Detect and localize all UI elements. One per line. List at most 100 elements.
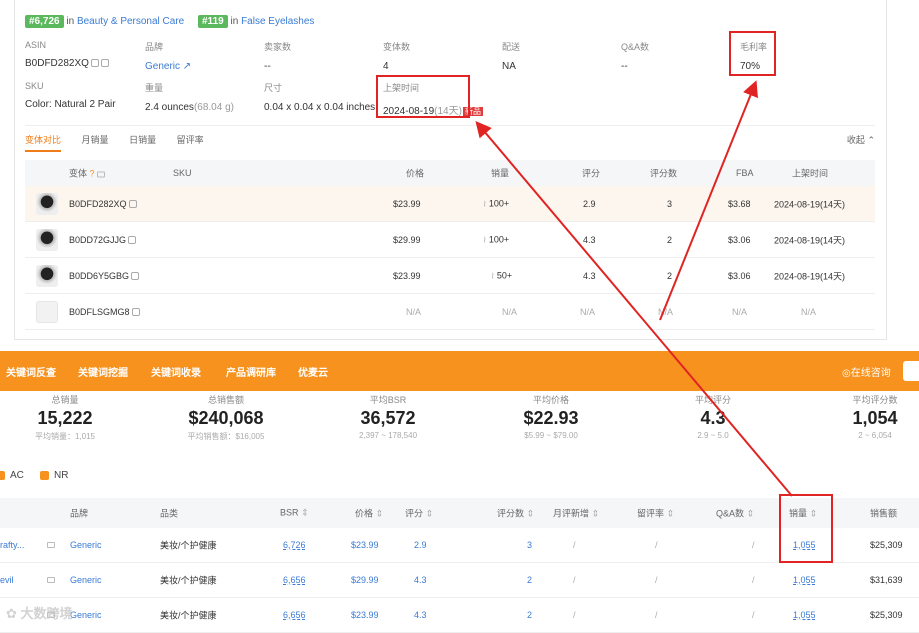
product-reviews[interactable]: 3 [527, 540, 532, 550]
product-row[interactable]: Generic 美妆/个护健康 6,656 $23.99 4.3 2 / / /… [0, 598, 919, 633]
product-name[interactable]: evil [0, 575, 14, 585]
col-date: 上架时间 [792, 168, 829, 179]
info-label: 配送 [502, 42, 521, 52]
toolbar-keyword-index[interactable]: 关键词收录 [151, 364, 201, 379]
col-sales: 销量 [491, 168, 510, 179]
product-rating[interactable]: 4.3 [414, 610, 427, 620]
variant-price: $23.99 [393, 198, 421, 209]
variant-row[interactable]: B0DD6Y5GBG $23.99 ≀ 50+ 4.3 2 $3.06 2024… [25, 258, 875, 294]
product-price[interactable]: $29.99 [351, 575, 379, 585]
online-consult-button[interactable]: ◎在线咨询 [842, 364, 891, 379]
product-bsr[interactable]: 6,656 [283, 575, 306, 585]
toolbar-research-library[interactable]: 产品调研库 [226, 364, 276, 379]
product-brand[interactable]: Generic [70, 610, 102, 620]
chat-icon: ◎ [842, 368, 851, 379]
filter-nr[interactable]: NR [40, 470, 68, 481]
checkbox-icon [40, 470, 49, 480]
col-fba: FBA [736, 168, 754, 178]
copy-icon[interactable] [131, 308, 140, 317]
variant-sales: N/A [502, 306, 518, 317]
product-review-rate: / [655, 540, 658, 550]
rank-category-link[interactable]: Beauty & Personal Care [77, 16, 184, 27]
variant-table-header: 变体 ? SKU 价格 销量 评分 评分数 FBA 上架时间 [25, 160, 875, 186]
us-flag-icon[interactable] [903, 361, 919, 381]
variant-row[interactable]: B0DD72GJJG $29.99 ≀ 100+ 4.3 2 $3.06 202… [25, 222, 875, 258]
stat-avg-rating: 平均评分 4.3 2.9 ~ 5.0 [638, 393, 788, 440]
asin-text: B0DFLSGMG8 [69, 306, 130, 317]
settings-icon[interactable] [97, 171, 106, 178]
stat-title: 总销量 [51, 395, 79, 405]
stat-title: 总销售额 [207, 395, 244, 405]
variant-fba: $3.06 [728, 270, 751, 281]
tab-variant-compare[interactable]: 变体对比 [25, 133, 62, 152]
product-sales[interactable]: 1,055 [793, 610, 816, 620]
asin-text: B0DD6Y5GBG [69, 270, 130, 281]
col-reviews[interactable]: 评分数 ⇕ [497, 507, 534, 520]
info-value: -- [264, 61, 271, 72]
variant-row[interactable]: B0DFLSGMG8 N/A N/A N/A N/A N/A N/A [25, 294, 875, 330]
link-icon[interactable] [100, 59, 109, 68]
stat-value: 36,572 [360, 408, 416, 428]
variant-asin[interactable]: B0DFLSGMG8 [69, 307, 140, 317]
product-price[interactable]: $23.99 [351, 610, 379, 620]
filter-ac[interactable]: AC [0, 470, 24, 481]
product-rating[interactable]: 2.9 [414, 540, 427, 550]
tab-daily-sales[interactable]: 日销量 [129, 133, 156, 150]
product-row[interactable]: evil Generic 美妆/个护健康 6,656 $29.99 4.3 2 … [0, 563, 919, 598]
list-icon[interactable] [47, 542, 55, 548]
watermark: ✿ 大数跨境 [6, 603, 73, 622]
product-brand[interactable]: Generic [70, 540, 102, 550]
col-review-rate[interactable]: 留评率 ⇕ [637, 507, 674, 520]
product-price[interactable]: $23.99 [351, 540, 379, 550]
product-bsr[interactable]: 6,726 [283, 540, 306, 550]
variant-date: 2024-08-19(14天) [774, 199, 846, 209]
copy-icon[interactable] [128, 236, 137, 245]
sales-text: 50+ [496, 270, 513, 280]
product-brand[interactable]: Generic [70, 575, 102, 585]
product-reviews[interactable]: 2 [527, 575, 532, 585]
col-variant-label: 变体 [69, 168, 88, 179]
rank-in: in [66, 16, 75, 27]
copy-icon[interactable] [90, 59, 99, 68]
list-icon[interactable] [47, 577, 55, 583]
col-monthly-new[interactable]: 月评新增 ⇕ [553, 507, 599, 520]
product-thumbnail-placeholder [36, 300, 58, 323]
copy-icon[interactable] [128, 200, 137, 209]
stat-total-sales: 总销量 15,222 平均销量：1,015 [0, 393, 140, 442]
stat-total-revenue: 总销售额 $240,068 平均销售额：$16,005 [151, 393, 301, 442]
variant-sales: ≀ 100+ [483, 198, 509, 209]
info-sku: SKU Color: Natural 2 Pair [25, 81, 116, 110]
stat-sub: 2 ~ 6,054 [858, 431, 892, 440]
product-sales[interactable]: 1,055 [793, 575, 816, 585]
copy-icon[interactable] [131, 272, 140, 281]
col-rating-label: 评分 [405, 508, 424, 519]
col-bsr[interactable]: BSR ⇕ [280, 508, 309, 519]
info-sellers: 卖家数 -- [264, 40, 291, 72]
toolbar-keyword-mining[interactable]: 关键词挖掘 [78, 364, 128, 379]
info-label: Q&A数 [621, 42, 650, 52]
tab-review-rate[interactable]: 留评率 [177, 133, 204, 150]
variant-asin[interactable]: B0DD6Y5GBG [69, 270, 140, 281]
product-name[interactable]: rafty... [0, 540, 24, 550]
variant-rating: N/A [580, 306, 596, 317]
stat-value: 4.3 [700, 408, 726, 428]
col-revenue: 销售额 [870, 508, 898, 519]
help-icon: ? [89, 168, 95, 179]
product-rating[interactable]: 4.3 [414, 575, 427, 585]
variant-asin[interactable]: B0DFD282XQ [69, 199, 137, 209]
col-qa[interactable]: Q&A数 ⇕ [716, 507, 754, 520]
collapse-button[interactable]: 收起 ⌃ [847, 133, 875, 146]
toolbar-youmaiyun[interactable]: 优麦云 [298, 364, 328, 379]
variant-asin[interactable]: B0DD72GJJG [69, 235, 137, 245]
col-price[interactable]: 价格 ⇕ [355, 507, 383, 520]
tab-monthly-sales[interactable]: 月销量 [82, 133, 109, 150]
stat-avg-reviews: 平均评分数 1,054 2 ~ 6,054 [800, 393, 919, 440]
toolbar-keyword-reverse[interactable]: 关键词反查 [6, 364, 56, 379]
brand-link[interactable]: Generic ↗ [145, 61, 191, 72]
col-rating[interactable]: 评分 ⇕ [405, 507, 433, 520]
rank-category-link[interactable]: False Eyelashes [241, 16, 314, 27]
variant-row[interactable]: B0DFD282XQ $23.99 ≀ 100+ 2.9 3 $3.68 202… [25, 186, 875, 222]
product-bsr[interactable]: 6,656 [283, 610, 306, 620]
product-reviews[interactable]: 2 [527, 610, 532, 620]
col-sku: SKU [173, 168, 192, 178]
